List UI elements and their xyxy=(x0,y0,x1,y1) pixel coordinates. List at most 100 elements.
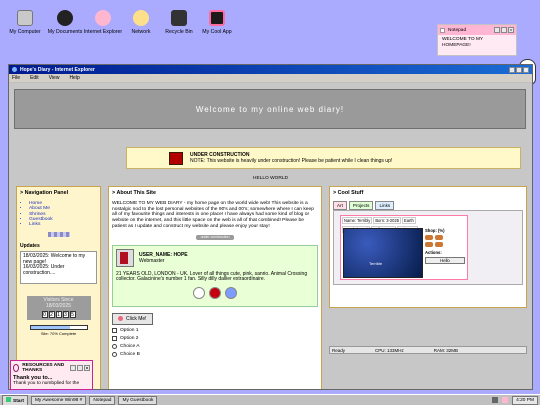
browser-status-bar: Ready CPU: 133MHz RAM: 32MB xyxy=(329,346,527,354)
visitor-counter: Visitors Since 18/03/2025 0 2 1 3 5 xyxy=(26,296,91,321)
network-tray-icon[interactable] xyxy=(502,397,509,403)
tab-links[interactable]: Links xyxy=(375,201,395,210)
visitor-digit: 2 xyxy=(48,311,55,319)
tab-projects[interactable]: Projects xyxy=(348,201,374,210)
user-name: USER_NAME: HOPE xyxy=(139,251,188,258)
visitor-digit: 5 xyxy=(69,311,76,319)
pet-name: Name: Terribly xyxy=(342,217,373,224)
site-progress-bar xyxy=(29,325,88,331)
start-button[interactable]: Start xyxy=(2,394,28,405)
close-icon[interactable]: x xyxy=(508,27,514,33)
actions-title: Actions: xyxy=(425,250,442,255)
food-icon[interactable] xyxy=(425,235,433,240)
smiley-icon xyxy=(13,364,20,372)
thanks-text: Thank you to numbplied for the xyxy=(13,381,80,386)
browser-window[interactable]: Hope's Diary - Internet Explorer x File … xyxy=(8,64,533,390)
star-icon xyxy=(118,316,123,322)
user-role: Webmaster xyxy=(139,257,165,264)
ie-logo-icon xyxy=(12,67,17,72)
maximize-icon[interactable] xyxy=(516,66,522,73)
maximize-icon[interactable] xyxy=(501,27,507,33)
close-icon[interactable]: x xyxy=(523,66,529,73)
pet-card: Name: Terribly Born: 3-2025 Earth Mood: … xyxy=(340,215,468,280)
status-ram: RAM: 32MB xyxy=(433,347,459,353)
user-card: USER_NAME: HOPE Webmaster 21 YEARS OLD, … xyxy=(112,244,318,307)
sticker-icon xyxy=(209,286,221,299)
choice-radio[interactable] xyxy=(112,351,117,357)
minimize-icon[interactable] xyxy=(494,27,500,33)
menu-file[interactable]: File xyxy=(12,75,20,81)
notepad-window[interactable]: Notepad x WELCOME TO MY HOMEPAGE! xyxy=(437,24,517,56)
tab-art[interactable]: Art xyxy=(333,201,347,210)
my-computer-icon xyxy=(17,10,33,26)
desktop-icon-label: My Cool App xyxy=(202,29,232,35)
tab-content-area: Name: Terribly Born: 3-2025 Earth Mood: … xyxy=(333,210,523,285)
my-cool-app-icon xyxy=(209,10,225,26)
clock: 4:20 PM xyxy=(512,395,538,405)
shop-title: Shop: (%) xyxy=(425,228,445,233)
option-checkbox[interactable] xyxy=(112,327,117,333)
sticker-icon xyxy=(225,286,237,299)
status-ready: Ready xyxy=(332,347,346,353)
under-construction-badge: under construction xyxy=(196,234,234,240)
under-construction-note: NOTE: This website is heavily under cons… xyxy=(190,158,393,164)
volume-icon[interactable] xyxy=(492,397,499,403)
visitor-counter-date: 18/03/2025 xyxy=(45,302,72,309)
nav-link-links[interactable]: Links xyxy=(29,222,97,227)
click-me-label: Click Me! xyxy=(126,315,147,322)
browser-titlebar[interactable]: Hope's Diary - Internet Explorer x xyxy=(9,65,532,74)
pet-born: Born: 3-2025 xyxy=(373,217,401,224)
cool-stuff-panel: > Cool Stuff Art Projects Links Name: Te… xyxy=(329,186,527,308)
site-banner: Welcome to my online web diary! xyxy=(14,89,526,129)
taskbar-item-notepad[interactable]: Notepad xyxy=(89,395,116,405)
decorative-divider xyxy=(47,232,70,238)
food-icon[interactable] xyxy=(425,242,433,247)
notepad-titlebar[interactable]: Notepad x xyxy=(438,25,516,35)
updates-title: Updates xyxy=(20,243,40,250)
start-label: Start xyxy=(13,398,24,404)
choice-label: Choice B xyxy=(120,351,140,357)
my-documents-icon xyxy=(57,10,73,26)
option-checkbox[interactable] xyxy=(112,335,117,341)
menu-help[interactable]: Help xyxy=(69,75,79,81)
taskbar: Start My Awesome Win98 # Notepad My Gues… xyxy=(0,394,540,405)
notepad-icon xyxy=(440,27,445,33)
minimize-icon[interactable] xyxy=(509,66,515,73)
site-progress-fill xyxy=(30,326,70,330)
taskbar-item-guestbook[interactable]: My Guestbook xyxy=(118,395,158,405)
food-icon[interactable] xyxy=(435,235,443,240)
hello-world-text: HELLO WORLD xyxy=(253,176,288,181)
notepad-content[interactable]: WELCOME TO MY HOMEPAGE! xyxy=(438,35,516,51)
updates-box[interactable]: 18/03/2025: Welcome to my new page! 16/0… xyxy=(20,251,97,285)
option-label: Option 1 xyxy=(120,327,139,333)
resources-title: RESOURCES AND THANKS xyxy=(22,363,65,373)
menu-view[interactable]: View xyxy=(49,75,60,81)
option-label: Option 2 xyxy=(120,335,139,341)
choice-label: Choice A xyxy=(120,343,140,349)
site-progress-label: Site: 70% Complete xyxy=(40,331,77,337)
resources-window[interactable]: RESOURCES AND THANKS x Thank you to... T… xyxy=(10,360,93,390)
hello-button[interactable]: Hello xyxy=(425,257,465,264)
about-panel-title: > About This Site xyxy=(112,190,156,196)
nav-panel-title: > Navigation Panel xyxy=(20,190,69,196)
minimize-icon[interactable] xyxy=(70,365,76,371)
click-me-button[interactable]: Click Me! xyxy=(112,312,153,325)
food-icon[interactable] xyxy=(435,242,443,247)
menu-edit[interactable]: Edit xyxy=(30,75,39,81)
maximize-icon[interactable] xyxy=(77,365,83,371)
site-banner-text: Welcome to my online web diary! xyxy=(195,104,345,114)
browser-menu-bar: File Edit View Help xyxy=(9,74,532,82)
construction-sign-icon xyxy=(169,151,183,165)
internet-explorer-icon xyxy=(95,10,111,26)
pet-scene-label: Terrible xyxy=(369,261,383,266)
status-cpu: CPU: 133MHz xyxy=(375,347,404,353)
choice-radio[interactable] xyxy=(112,343,117,349)
desktop-icon-my-cool-app[interactable]: My Cool App xyxy=(192,10,242,35)
browser-content: Welcome to my online web diary! UNDER CO… xyxy=(9,83,532,389)
cool-stuff-title: > Cool Stuff xyxy=(333,190,364,196)
close-icon[interactable]: x xyxy=(84,365,90,371)
about-text: WELCOME TO MY WEB DIARY - my home page o… xyxy=(112,201,314,229)
recycle-bin-icon xyxy=(171,10,187,26)
taskbar-item-win98[interactable]: My Awesome Win98 # xyxy=(30,395,87,405)
user-bio: 21 YEARS OLD, LONDON - UK. Lover of all … xyxy=(116,270,308,283)
